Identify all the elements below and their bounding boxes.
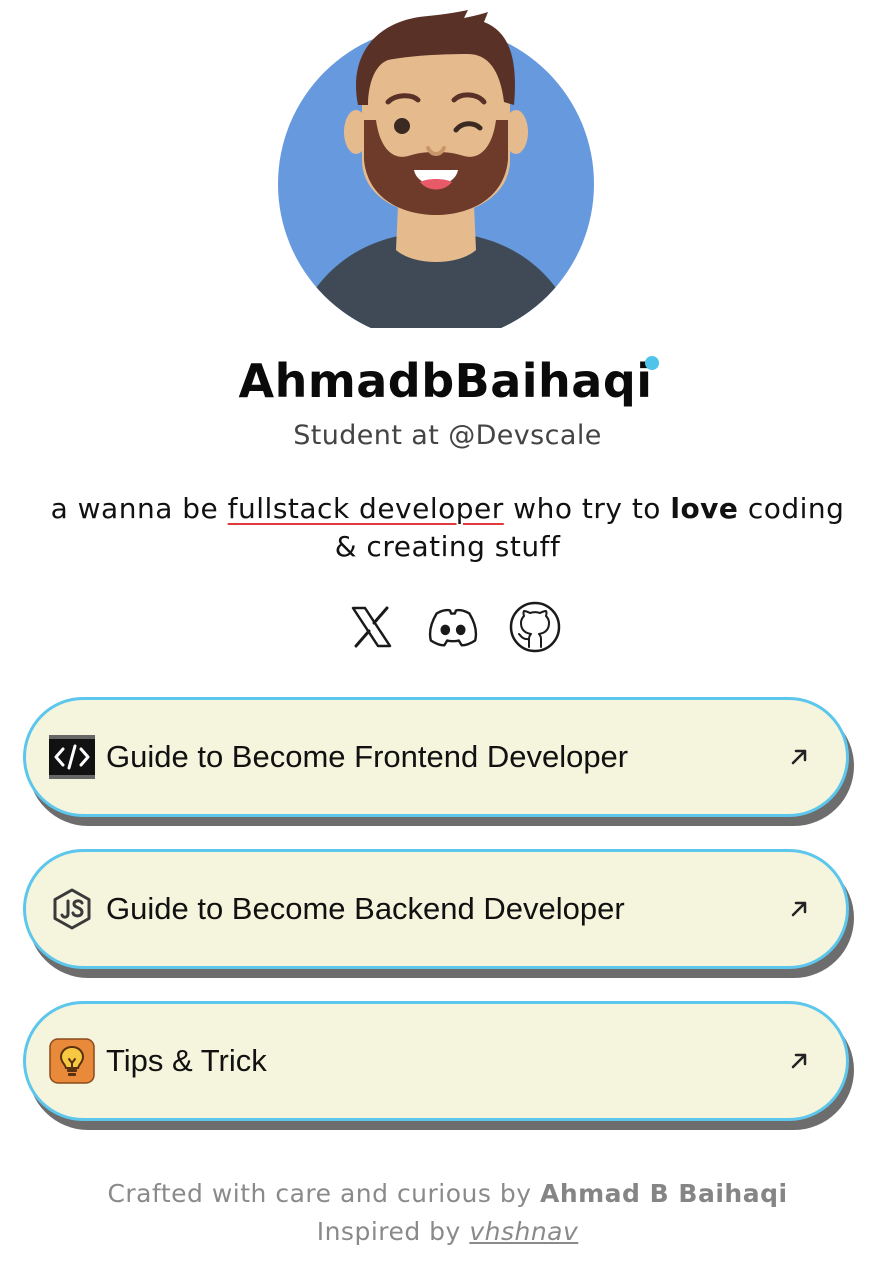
link-label: Tips & Trick xyxy=(106,1043,267,1078)
bio-part2: who try to xyxy=(503,492,671,525)
link-label: Guide to Become Backend Developer xyxy=(106,891,625,926)
profile-role: Student at @Devscale xyxy=(293,420,602,451)
profile-name-text: AhmadbBaihaqi xyxy=(238,354,653,408)
github-icon[interactable] xyxy=(509,600,561,654)
code-terminal-icon xyxy=(48,733,96,781)
footer-credit-prefix: Crafted with care and curious by xyxy=(107,1179,540,1208)
bio-highlight: fullstack developer xyxy=(227,492,504,525)
status-dot xyxy=(644,356,659,370)
profile-name: AhmadbBaihaqi xyxy=(238,352,659,410)
footer-credit: Crafted with care and curious by Ahmad B… xyxy=(0,1175,895,1213)
bio-bold: love xyxy=(670,492,739,525)
footer-author: Ahmad B Baihaqi xyxy=(539,1179,788,1208)
social-links xyxy=(0,600,895,654)
nodejs-icon xyxy=(48,885,96,933)
footer: Crafted with care and curious by Ahmad B… xyxy=(0,1175,895,1251)
profile-bio: a wanna be fullstack developer who try t… xyxy=(40,490,855,566)
link-backend-guide[interactable]: Guide to Become Backend Developer xyxy=(23,849,849,969)
discord-icon[interactable] xyxy=(427,600,479,654)
link-frontend-guide[interactable]: Guide to Become Frontend Developer xyxy=(23,697,849,817)
arrow-up-right-icon xyxy=(791,901,807,917)
bio-part1: a wanna be xyxy=(50,492,228,525)
link-label: Guide to Become Frontend Developer xyxy=(106,739,629,774)
inspired-by-link[interactable]: vhshnav xyxy=(469,1217,578,1246)
lightbulb-icon xyxy=(48,1037,96,1085)
arrow-up-right-icon xyxy=(791,749,807,765)
footer-inspired-prefix: Inspired by xyxy=(316,1217,470,1246)
footer-inspired: Inspired by vhshnav xyxy=(0,1213,895,1251)
avatar-illustration xyxy=(278,10,594,328)
link-tips-trick[interactable]: Tips & Trick xyxy=(23,1001,849,1121)
x-twitter-icon[interactable] xyxy=(345,600,397,654)
arrow-up-right-icon xyxy=(791,1053,807,1069)
profile-avatar xyxy=(278,10,594,328)
